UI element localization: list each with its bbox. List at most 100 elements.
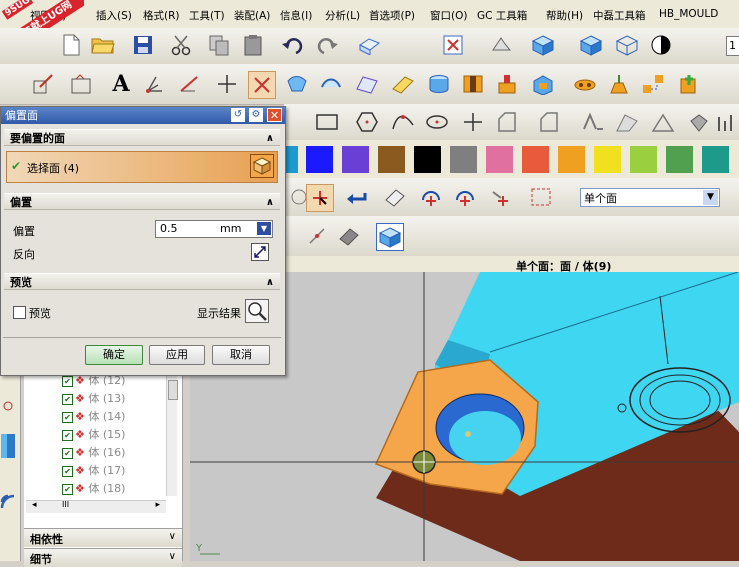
dependencies-panel-header[interactable]: 相依性 ∨	[24, 528, 182, 547]
hole-icon[interactable]	[460, 71, 486, 97]
menu-tools[interactable]: 工具(T)	[189, 8, 225, 23]
point-icon[interactable]	[460, 109, 486, 135]
select-filter-icon[interactable]	[306, 184, 334, 212]
pocket-icon[interactable]	[530, 71, 556, 97]
line-snap-icon[interactable]	[304, 223, 330, 249]
bridge-curve-icon[interactable]	[536, 109, 562, 135]
boss-icon[interactable]	[494, 71, 520, 97]
offset-unit[interactable]: mm	[220, 222, 241, 235]
section-offset-header[interactable]: 偏置 ∧	[4, 193, 280, 210]
snap-midpoint-icon[interactable]	[452, 184, 478, 210]
wireframe-cube-icon[interactable]	[614, 32, 640, 58]
thicken-icon[interactable]	[390, 71, 416, 97]
face-select-icon[interactable]	[382, 184, 408, 210]
trim-body-icon[interactable]	[676, 71, 702, 97]
chevron-down-icon[interactable]: ∨	[169, 531, 176, 542]
undo-icon[interactable]	[280, 32, 306, 58]
reset-icon[interactable]: ↺	[231, 108, 245, 122]
save-icon[interactable]	[130, 32, 156, 58]
part-nav-icon[interactable]	[0, 432, 16, 460]
body-snap-icon[interactable]	[376, 223, 404, 251]
text-icon[interactable]: A	[108, 71, 134, 97]
menu-insert[interactable]: 插入(S)	[96, 8, 132, 23]
copy-icon[interactable]	[206, 32, 232, 58]
color-swatch[interactable]	[666, 146, 693, 173]
vertical-scrollbar[interactable]	[166, 376, 178, 496]
chevron-up-icon[interactable]: ∧	[266, 194, 274, 211]
pattern-icon[interactable]	[572, 71, 598, 97]
selection-filter-dropdown[interactable]: 单个面 ▼	[580, 188, 720, 207]
ellipse-icon[interactable]	[424, 109, 450, 135]
chevron-down-icon[interactable]: ∨	[169, 551, 176, 562]
datum-axis-icon[interactable]	[176, 71, 202, 97]
extract-curve-icon[interactable]	[714, 109, 739, 135]
menu-analysis[interactable]: 分析(L)	[325, 8, 360, 23]
scroll-left-icon[interactable]: ◂	[32, 500, 37, 510]
rectangle-icon[interactable]	[314, 109, 340, 135]
sketch-icon[interactable]	[30, 71, 56, 97]
sweep-icon[interactable]	[354, 71, 380, 97]
close-icon[interactable]: ✕	[267, 108, 282, 122]
face-selector-icon[interactable]	[250, 154, 274, 178]
menu-preferences[interactable]: 首选项(P)	[369, 8, 415, 23]
half-circle-icon[interactable]	[648, 32, 674, 58]
cube-view-icon[interactable]	[578, 32, 604, 58]
menu-gc-toolbox[interactable]: GC 工具箱	[477, 8, 527, 23]
menu-help[interactable]: 帮助(H)	[546, 8, 583, 23]
apply-button[interactable]: 应用	[149, 345, 205, 365]
chevron-down-icon[interactable]: ▼	[257, 222, 271, 235]
ok-button[interactable]: 确定	[85, 345, 143, 365]
table-row[interactable]: ✔ ❖ 体 (14)	[62, 408, 125, 426]
paste-icon[interactable]	[240, 32, 266, 58]
draft-icon[interactable]	[606, 71, 632, 97]
new-file-icon[interactable]	[58, 32, 84, 58]
snap-end-icon[interactable]	[488, 184, 514, 210]
dialog-title-bar[interactable]: 偏置面 ↺ ⚙ ✕	[1, 107, 285, 124]
color-swatch[interactable]	[486, 146, 513, 173]
chevron-up-icon[interactable]: ∧	[266, 274, 274, 291]
color-swatch[interactable]	[450, 146, 477, 173]
table-row[interactable]: ✔ ❖ 体 (13)	[62, 390, 125, 408]
table-row[interactable]: ✔ ❖ 体 (18)	[62, 480, 125, 498]
polygon-icon[interactable]	[354, 109, 380, 135]
chevron-down-icon[interactable]: ▼	[703, 190, 718, 205]
extrude-icon[interactable]	[284, 71, 310, 97]
select-face-row[interactable]: ✔ 选择面 (4)	[6, 151, 278, 183]
datum-csys-icon[interactable]	[142, 71, 168, 97]
return-arrow-icon[interactable]	[344, 184, 370, 210]
sketch-task-icon[interactable]	[68, 71, 94, 97]
table-row[interactable]: ✔ ❖ 体 (17)	[62, 462, 125, 480]
chevron-up-icon[interactable]: ∧	[266, 130, 274, 147]
color-swatch[interactable]	[378, 146, 405, 173]
face-snap-icon[interactable]	[336, 223, 362, 249]
surface-curve-icon[interactable]	[614, 109, 640, 135]
snap-arc-icon[interactable]	[418, 184, 444, 210]
menu-hb-mould[interactable]: HB_MOULD	[659, 8, 718, 20]
menu-window[interactable]: 窗口(O)	[430, 8, 467, 23]
zoom-icon[interactable]	[488, 32, 514, 58]
menu-format[interactable]: 格式(R)	[143, 8, 180, 23]
open-folder-icon[interactable]	[90, 32, 116, 58]
menu-zhonglei-toolbox[interactable]: 中磊工具箱	[593, 8, 646, 23]
wave-link-icon[interactable]	[640, 71, 666, 97]
cube-shaded-icon[interactable]	[530, 32, 556, 58]
section-faces-header[interactable]: 要偏置的面 ∧	[4, 129, 280, 146]
color-swatch[interactable]	[306, 146, 333, 173]
cancel-button[interactable]: 取消	[212, 345, 270, 365]
color-swatch[interactable]	[594, 146, 621, 173]
scroll-right-icon[interactable]: ▸	[155, 500, 160, 510]
offset-input[interactable]: 0.5 mm ▼	[155, 220, 273, 238]
scroll-thumb[interactable]	[168, 380, 178, 400]
render-style-icon[interactable]	[356, 32, 382, 58]
selection-box-icon[interactable]	[528, 184, 554, 210]
color-swatch[interactable]	[284, 146, 298, 173]
web-browser-icon[interactable]	[0, 484, 16, 514]
table-row[interactable]: ✔ ❖ 体 (16)	[62, 444, 125, 462]
color-swatch[interactable]	[414, 146, 441, 173]
reverse-direction-icon[interactable]	[251, 243, 269, 261]
intersect-curve-icon[interactable]	[650, 109, 676, 135]
point-set-icon[interactable]	[248, 71, 276, 99]
magnifier-icon[interactable]	[245, 299, 269, 323]
project-curve-icon[interactable]	[686, 109, 712, 135]
color-swatch[interactable]	[522, 146, 549, 173]
